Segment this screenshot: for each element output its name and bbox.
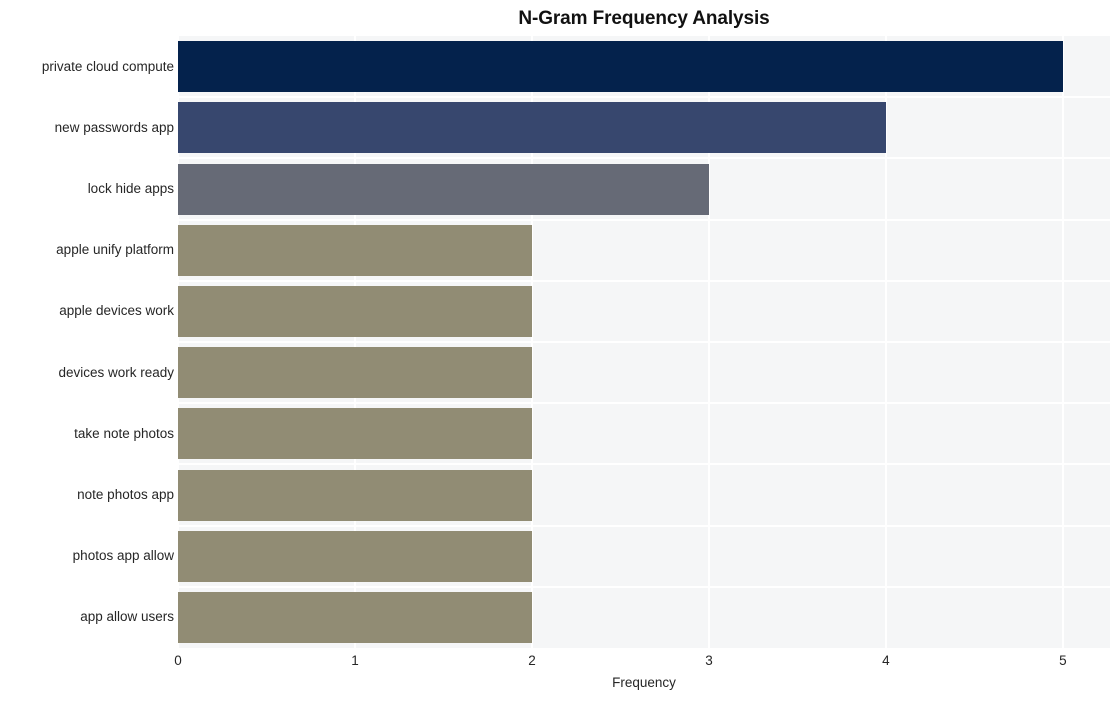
y-tick-label: apple devices work (59, 303, 174, 319)
y-tick-label: lock hide apps (87, 181, 174, 196)
x-axis-title: Frequency (612, 675, 676, 690)
bar[interactable] (178, 469, 532, 521)
y-gridline (178, 96, 1110, 99)
y-gridline (178, 157, 1110, 160)
bar[interactable] (178, 163, 709, 215)
y-axis-labels: private cloud compute new passwords app lo… (0, 36, 174, 648)
y-tick-label: photos app allow (72, 548, 174, 564)
y-gridline (178, 463, 1110, 466)
x-tick-label: 3 (705, 653, 713, 668)
bar[interactable] (178, 41, 1063, 93)
x-tick-label: 4 (882, 653, 890, 668)
x-tick-label: 0 (174, 653, 182, 668)
y-tick-label: new passwords app (54, 119, 174, 135)
y-tick-label: note photos app (77, 487, 174, 502)
y-gridline (178, 341, 1110, 343)
bar[interactable] (178, 102, 886, 154)
y-tick-label: take note photos (74, 425, 174, 441)
y-gridline (178, 585, 1110, 588)
chart-title: N-Gram Frequency Analysis (518, 8, 770, 29)
x-tick-label: 1 (351, 653, 359, 668)
bar[interactable] (178, 408, 532, 460)
bar[interactable] (178, 224, 532, 276)
bar[interactable] (178, 347, 532, 399)
y-gridline (178, 402, 1110, 405)
y-gridline (178, 218, 1110, 221)
bar[interactable] (178, 530, 532, 582)
y-tick-label: devices work ready (58, 364, 174, 380)
x-tick-label: 2 (528, 653, 536, 668)
bar[interactable] (178, 285, 532, 337)
chart-figure: N-Gram Frequency Analysis private cloud … (0, 0, 1117, 701)
x-tick-label: 5 (1059, 653, 1067, 668)
y-gridline (178, 524, 1110, 527)
y-tick-label: private cloud compute (41, 58, 174, 74)
plot-area (178, 36, 1110, 648)
bar[interactable] (178, 591, 532, 643)
y-tick-label: app allow users (80, 609, 174, 625)
x-axis-ticks: 0 1 2 3 4 5 (0, 652, 1117, 672)
y-tick-label: apple unify platform (56, 242, 174, 258)
y-gridline (178, 279, 1110, 282)
